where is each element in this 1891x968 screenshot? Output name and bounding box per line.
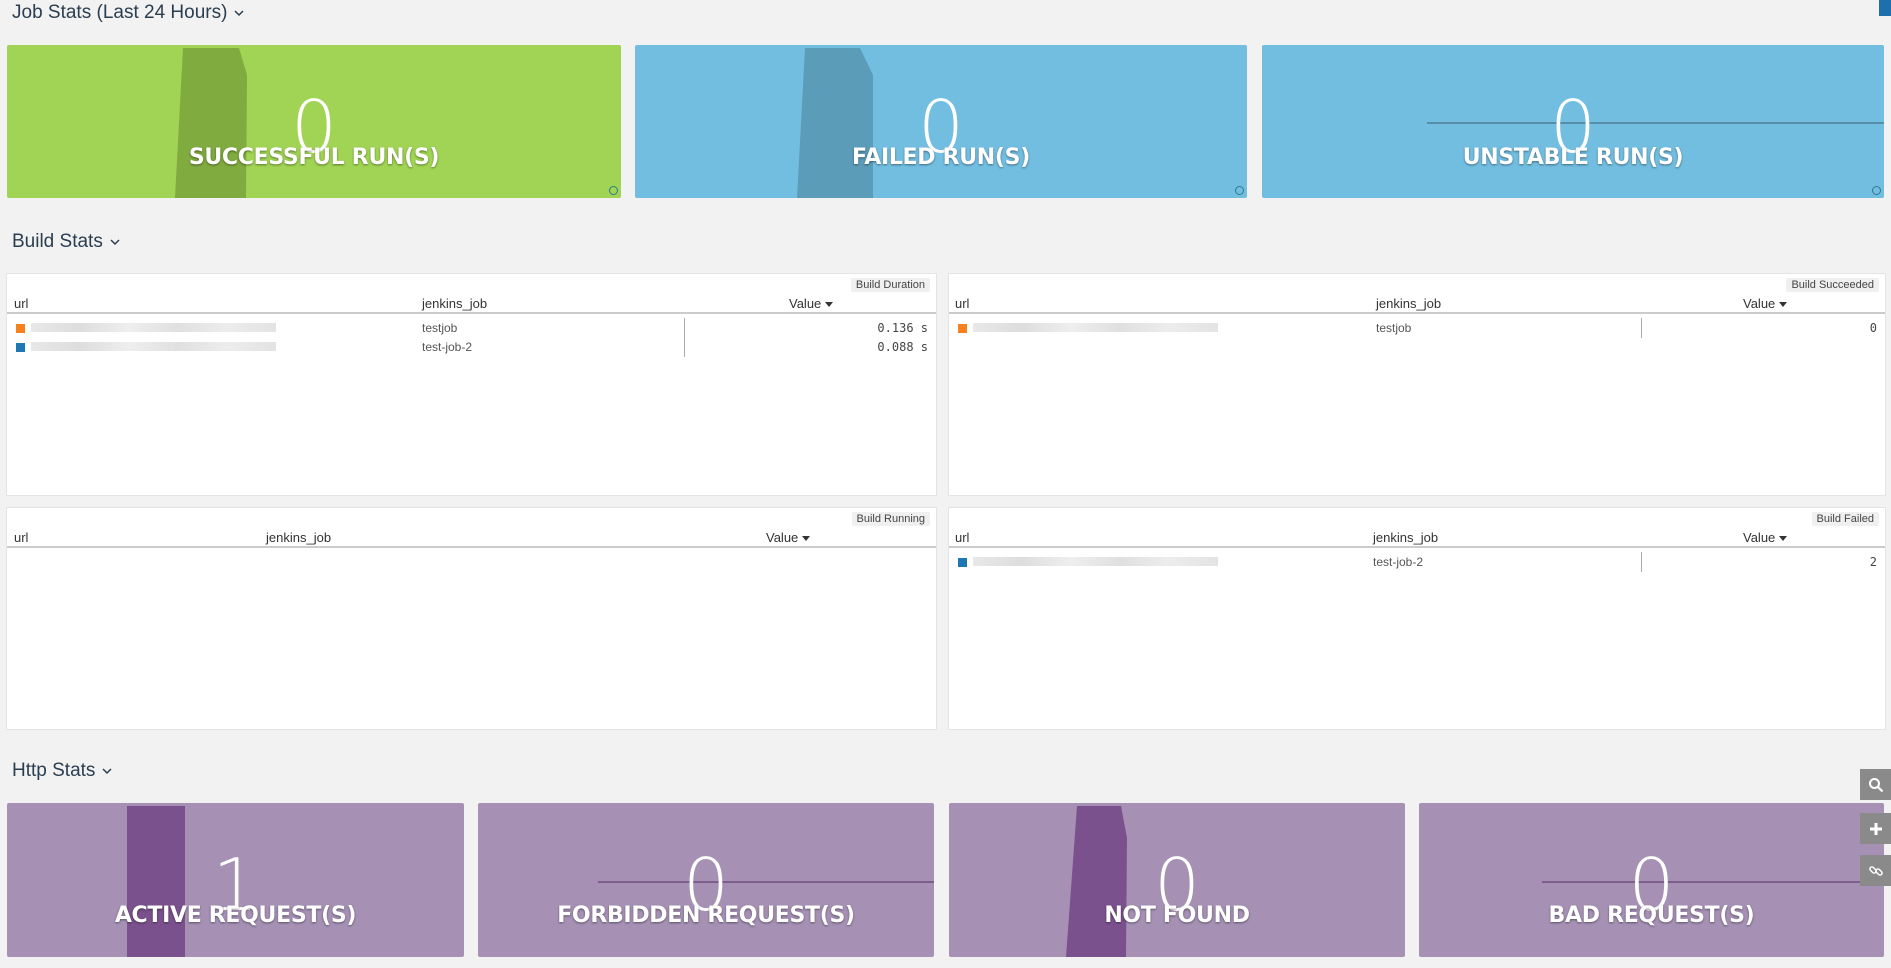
panel-title: Build Succeeded <box>1786 278 1879 292</box>
column-header-url[interactable]: url <box>14 530 28 545</box>
table-row[interactable]: testjob 0 <box>949 319 1885 338</box>
link-button[interactable] <box>1860 855 1891 886</box>
successful-runs-label: SUCCESSFUL RUN(S) <box>188 145 440 170</box>
section-job-stats-title: Job Stats (Last 24 Hours) <box>12 2 228 23</box>
successful-runs-card[interactable]: 0 SUCCESSFUL RUN(S) <box>7 45 621 198</box>
column-divider <box>684 318 685 357</box>
active-requests-card[interactable]: 1 ACTIVE REQUEST(S) <box>7 803 464 957</box>
redacted-url <box>973 557 1218 566</box>
sort-caret-icon <box>1779 536 1788 542</box>
table-header: url jenkins_job Value <box>949 530 1885 548</box>
chevron-down-icon <box>234 10 244 17</box>
failed-runs-label: FAILED RUN(S) <box>852 145 1030 170</box>
column-header-value[interactable]: Value <box>1743 530 1788 545</box>
column-header-value[interactable]: Value <box>789 296 834 311</box>
series-swatch <box>958 324 967 333</box>
column-header-value[interactable]: Value <box>766 530 811 545</box>
table-header: url jenkins_job Value <box>7 530 936 548</box>
section-job-stats[interactable]: Job Stats (Last 24 Hours) <box>12 2 245 24</box>
search-button[interactable] <box>1860 769 1891 800</box>
table-row[interactable]: testjob 0.136 s <box>7 319 936 338</box>
row-job: test-job-2 <box>1373 555 1424 569</box>
active-requests-label: ACTIVE REQUEST(S) <box>114 903 357 928</box>
search-icon <box>1868 777 1883 792</box>
column-divider <box>1641 552 1642 572</box>
row-job: testjob <box>422 321 458 335</box>
table-row[interactable]: test-job-2 0.088 s <box>7 338 936 357</box>
panel-title: Build Running <box>851 512 930 526</box>
build-failed-panel: Build Failed url jenkins_job Value test-… <box>948 507 1886 730</box>
panel-title: Build Duration <box>850 278 930 292</box>
plus-icon <box>1869 822 1882 835</box>
row-value: 0.136 s <box>877 321 928 335</box>
column-header-jenkins-job[interactable]: jenkins_job <box>1373 530 1438 545</box>
column-header-jenkins-job[interactable]: jenkins_job <box>422 296 487 311</box>
section-build-stats[interactable]: Build Stats <box>12 231 121 253</box>
redacted-url <box>31 342 276 351</box>
section-http-stats-title: Http Stats <box>12 760 96 781</box>
column-divider <box>1641 318 1642 338</box>
not-found-label: NOT FOUND <box>1104 903 1250 928</box>
row-job: testjob <box>1376 321 1412 335</box>
column-header-url[interactable]: url <box>955 296 969 311</box>
info-icon[interactable] <box>609 186 618 195</box>
column-header-value[interactable]: Value <box>1743 296 1788 311</box>
table-row[interactable]: test-job-2 2 <box>949 553 1885 572</box>
forbidden-requests-label: FORBIDDEN REQUEST(S) <box>557 903 855 928</box>
info-icon[interactable] <box>1872 186 1881 195</box>
unstable-runs-card[interactable]: 0 UNSTABLE RUN(S) <box>1262 45 1884 198</box>
sort-caret-icon <box>1779 302 1788 308</box>
redacted-url <box>31 323 276 332</box>
section-build-stats-title: Build Stats <box>12 231 103 252</box>
row-value: 2 <box>1869 555 1877 569</box>
forbidden-requests-card[interactable]: 0 FORBIDDEN REQUEST(S) <box>478 803 934 957</box>
row-job: test-job-2 <box>422 340 473 354</box>
table-header: url jenkins_job Value <box>7 296 936 314</box>
bad-requests-card[interactable]: 0 BAD REQUEST(S) <box>1419 803 1884 957</box>
bad-requests-label: BAD REQUEST(S) <box>1548 903 1755 928</box>
section-http-stats[interactable]: Http Stats <box>12 760 113 782</box>
sort-caret-icon <box>802 536 811 542</box>
table-header: url jenkins_job Value <box>949 296 1885 314</box>
sort-caret-icon <box>825 302 834 308</box>
unstable-runs-label: UNSTABLE RUN(S) <box>1462 145 1684 170</box>
add-button[interactable] <box>1860 813 1891 844</box>
chevron-down-icon <box>102 768 112 775</box>
column-header-jenkins-job[interactable]: jenkins_job <box>1376 296 1441 311</box>
build-running-panel: Build Running url jenkins_job Value <box>6 507 937 730</box>
link-icon <box>1868 865 1883 876</box>
column-header-jenkins-job[interactable]: jenkins_job <box>266 530 331 545</box>
redacted-url <box>973 323 1218 332</box>
chevron-down-icon <box>110 239 120 246</box>
column-header-url[interactable]: url <box>955 530 969 545</box>
not-found-card[interactable]: 0 NOT FOUND <box>949 803 1405 957</box>
series-swatch <box>16 324 25 333</box>
column-header-url[interactable]: url <box>14 296 28 311</box>
info-icon[interactable] <box>1235 186 1244 195</box>
build-duration-panel: Build Duration url jenkins_job Value tes… <box>6 273 937 496</box>
series-swatch <box>958 558 967 567</box>
failed-runs-card[interactable]: 0 FAILED RUN(S) <box>635 45 1247 198</box>
series-swatch <box>16 343 25 352</box>
build-succeeded-panel: Build Succeeded url jenkins_job Value te… <box>948 273 1886 496</box>
corner-marker <box>1879 0 1891 16</box>
row-value: 0 <box>1869 321 1877 335</box>
row-value: 0.088 s <box>877 340 928 354</box>
panel-title: Build Failed <box>1811 512 1879 526</box>
